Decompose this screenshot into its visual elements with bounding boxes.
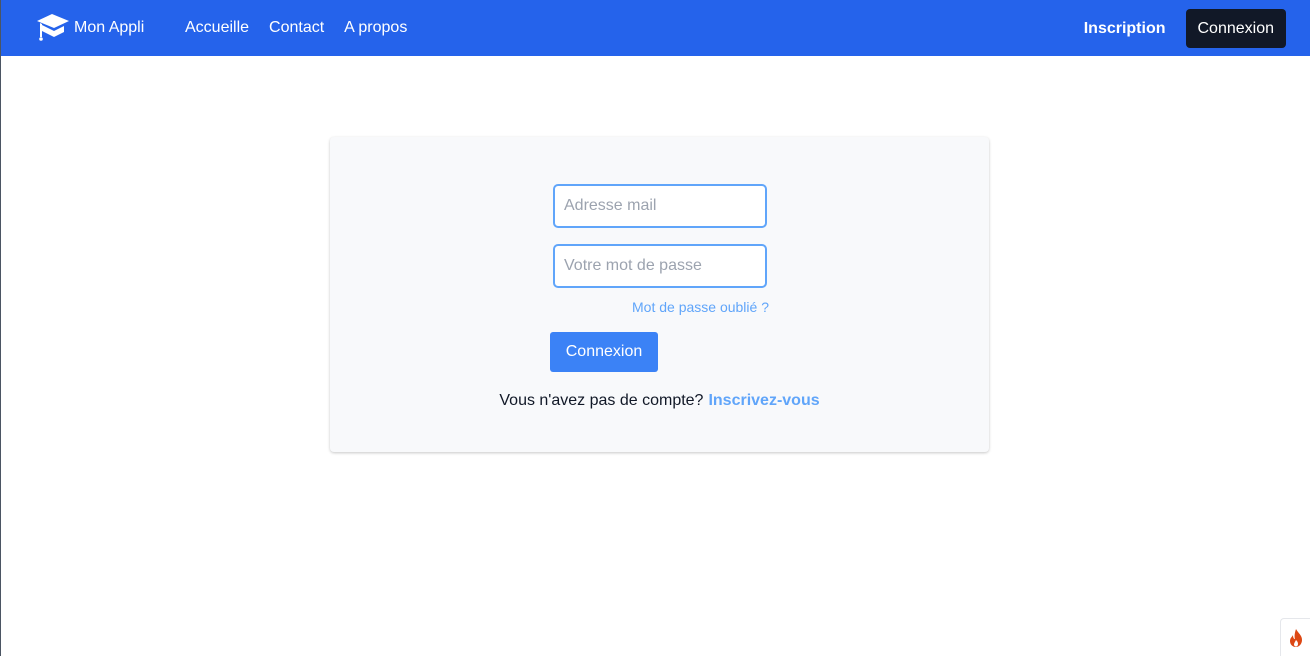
debug-toolbar-toggle[interactable]	[1280, 618, 1310, 656]
flame-icon	[1289, 628, 1302, 647]
nav-link-about[interactable]: A propos	[344, 18, 407, 38]
brand-home-link[interactable]: Mon Appli	[37, 12, 144, 44]
email-input[interactable]	[553, 184, 767, 228]
navbar: Mon Appli Accueille Contact A propos Ins…	[1, 0, 1310, 56]
login-submit-button[interactable]: Connexion	[550, 332, 658, 372]
nav-link-contact[interactable]: Contact	[269, 18, 324, 38]
signup-prompt: Vous n'avez pas de compte? Inscrivez-vous	[330, 392, 989, 410]
login-nav-button[interactable]: Connexion	[1185, 9, 1286, 48]
no-account-text: Vous n'avez pas de compte?	[499, 392, 704, 409]
signup-cta-link[interactable]: Inscrivez-vous	[708, 392, 819, 409]
login-card: Mot de passe oublié ? Connexion Vous n'a…	[330, 137, 989, 452]
forgot-password-link[interactable]: Mot de passe oublié ?	[632, 299, 769, 315]
nav-auth-actions: Inscription Connexion	[1084, 9, 1286, 48]
password-input[interactable]	[553, 244, 767, 288]
graduation-cap-icon	[37, 14, 69, 41]
signup-nav-link[interactable]: Inscription	[1084, 20, 1166, 38]
nav-link-home[interactable]: Accueille	[185, 18, 249, 38]
nav-links: Accueille Contact A propos	[185, 18, 427, 38]
brand-name: Mon Appli	[74, 19, 145, 36]
